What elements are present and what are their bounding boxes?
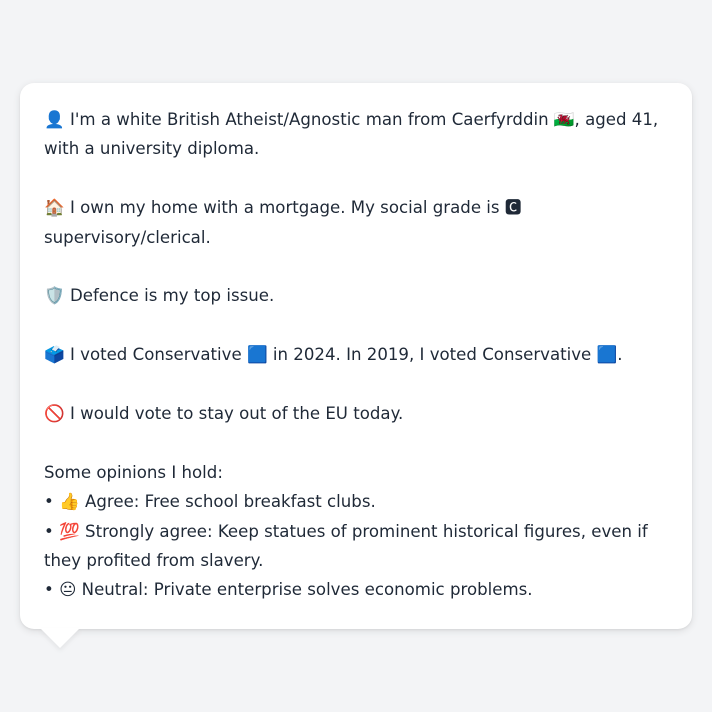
neutral-face-icon: 😐 xyxy=(59,580,77,600)
hundred-points-icon: 💯 xyxy=(59,521,80,541)
opinion-item: • 😐 Neutral: Private enterprise solves e… xyxy=(44,575,668,604)
shield-icon: 🛡️ xyxy=(44,286,65,306)
vote-line: 🗳️ I voted Conservative 🟦 in 2024. In 20… xyxy=(44,340,668,369)
issue-text: Defence is my top issue. xyxy=(69,286,275,306)
eu-text: I would vote to stay out of the EU today… xyxy=(69,404,404,423)
intro-line: 👤 I'm a white British Atheist/Agnostic m… xyxy=(44,105,668,164)
home-text: I own my home with a mortgage. My social… xyxy=(44,198,522,247)
opinion-text: Strongly agree: Keep statues of prominen… xyxy=(44,521,648,571)
opinion-text: Agree: Free school breakfast clubs. xyxy=(85,492,376,512)
eu-line: 🚫 I would vote to stay out of the EU tod… xyxy=(44,399,668,428)
ballot-box-icon: 🗳️ xyxy=(44,345,65,365)
intro-text: I'm a white British Atheist/Agnostic man… xyxy=(44,110,659,159)
opinions-heading: Some opinions I hold: xyxy=(44,462,223,482)
message-bubble: 👤 I'm a white British Atheist/Agnostic m… xyxy=(20,83,692,629)
bubble-tail xyxy=(40,628,80,648)
house-icon: 🏠 xyxy=(44,198,65,218)
prohibited-icon: 🚫 xyxy=(44,404,65,423)
issue-line: 🛡️ Defence is my top issue. xyxy=(44,281,668,310)
home-line: 🏠 I own my home with a mortgage. My soci… xyxy=(44,193,668,252)
vote-text: I voted Conservative 🟦 in 2024. In 2019,… xyxy=(69,345,623,365)
bullet: • xyxy=(44,492,54,512)
bullet: • xyxy=(44,521,54,541)
person-icon: 👤 xyxy=(44,110,65,129)
opinion-text: Neutral: Private enterprise solves econo… xyxy=(81,580,533,600)
thumbs-up-icon: 👍 xyxy=(59,492,80,512)
bullet: • xyxy=(44,580,54,600)
opinion-item: • 👍 Agree: Free school breakfast clubs. xyxy=(44,487,668,516)
opinion-item: • 💯 Strongly agree: Keep statues of prom… xyxy=(44,517,668,576)
